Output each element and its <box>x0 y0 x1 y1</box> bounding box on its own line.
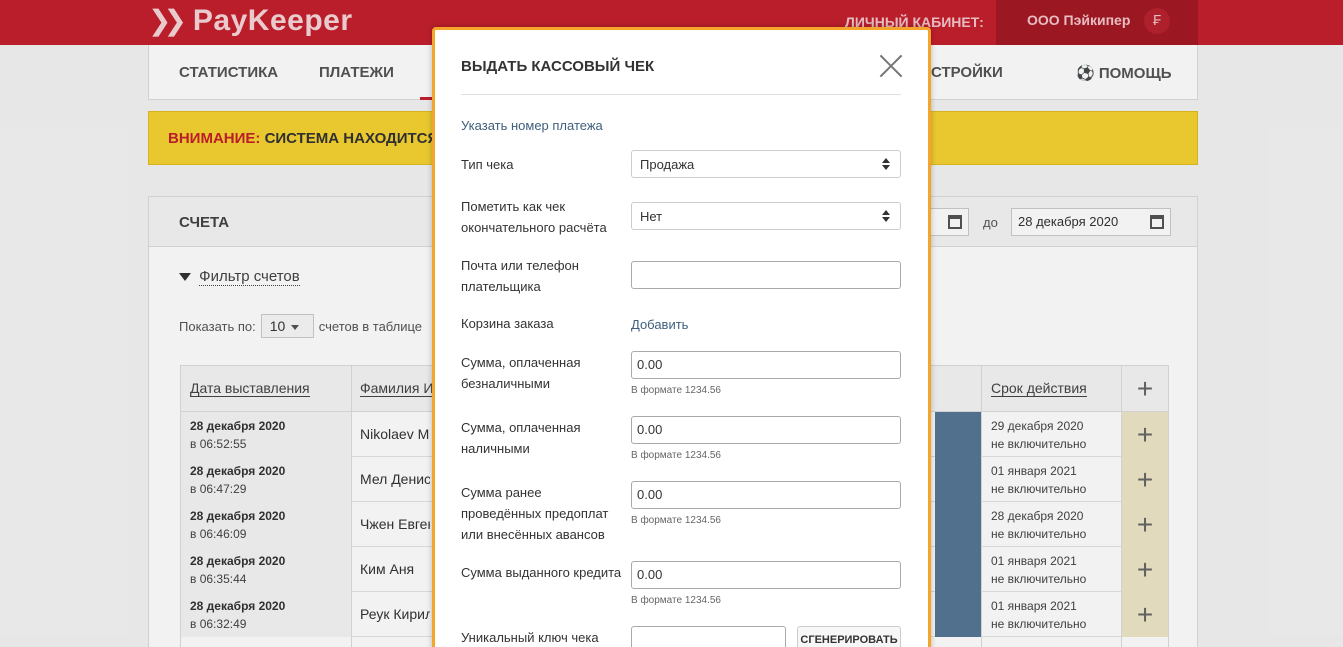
add-cart-link[interactable]: Добавить <box>631 317 688 332</box>
modal-title: ВЫДАТЬ КАССОВЫЙ ЧЕК <box>461 58 655 75</box>
final-receipt-label: Пометить как чек окончательного расчёта <box>461 199 607 235</box>
credit-sum-input[interactable]: 0.00 <box>631 561 901 589</box>
receipt-type-value: Продажа <box>640 157 695 172</box>
payer-contact-input[interactable] <box>631 261 901 289</box>
cash-format-hint: В формате 1234.56 <box>631 450 721 461</box>
final-receipt-value: Нет <box>640 209 663 224</box>
prepayment-sum-input[interactable]: 0.00 <box>631 481 901 509</box>
credit-format-hint: В формате 1234.56 <box>631 595 721 606</box>
issue-receipt-modal: ВЫДАТЬ КАССОВЫЙ ЧЕК Указать номер платеж… <box>432 27 931 647</box>
close-icon[interactable] <box>879 54 903 78</box>
cashless-sum-label: Сумма, оплаченная безналичными <box>461 355 581 391</box>
prepayment-format-hint: В формате 1234.56 <box>631 515 721 526</box>
unique-key-input[interactable] <box>631 626 786 647</box>
prepayment-sum-label: Сумма ранее проведённых предоплат или вн… <box>461 485 609 542</box>
credit-sum-label: Сумма выданного кредита <box>461 565 622 580</box>
final-receipt-select[interactable]: Нет <box>631 202 901 230</box>
generate-button[interactable]: СГЕНЕРИРОВАТЬ <box>797 626 901 647</box>
unique-key-label: Уникальный ключ чека <box>461 630 599 645</box>
modal-divider <box>461 94 901 95</box>
cash-sum-input[interactable]: 0.00 <box>631 416 901 444</box>
cashless-format-hint: В формате 1234.56 <box>631 385 721 396</box>
cashless-sum-input[interactable]: 0.00 <box>631 351 901 379</box>
receipt-type-select[interactable]: Продажа <box>631 150 901 178</box>
cash-sum-label: Сумма, оплаченная наличными <box>461 420 581 456</box>
specify-payment-link[interactable]: Указать номер платежа <box>461 118 603 133</box>
receipt-type-label: Тип чека <box>461 157 514 172</box>
select-arrows-icon <box>882 210 890 222</box>
order-cart-label: Корзина заказа <box>461 316 554 331</box>
select-arrows-icon <box>882 158 890 170</box>
payer-contact-label: Почта или телефон плательщика <box>461 258 579 294</box>
